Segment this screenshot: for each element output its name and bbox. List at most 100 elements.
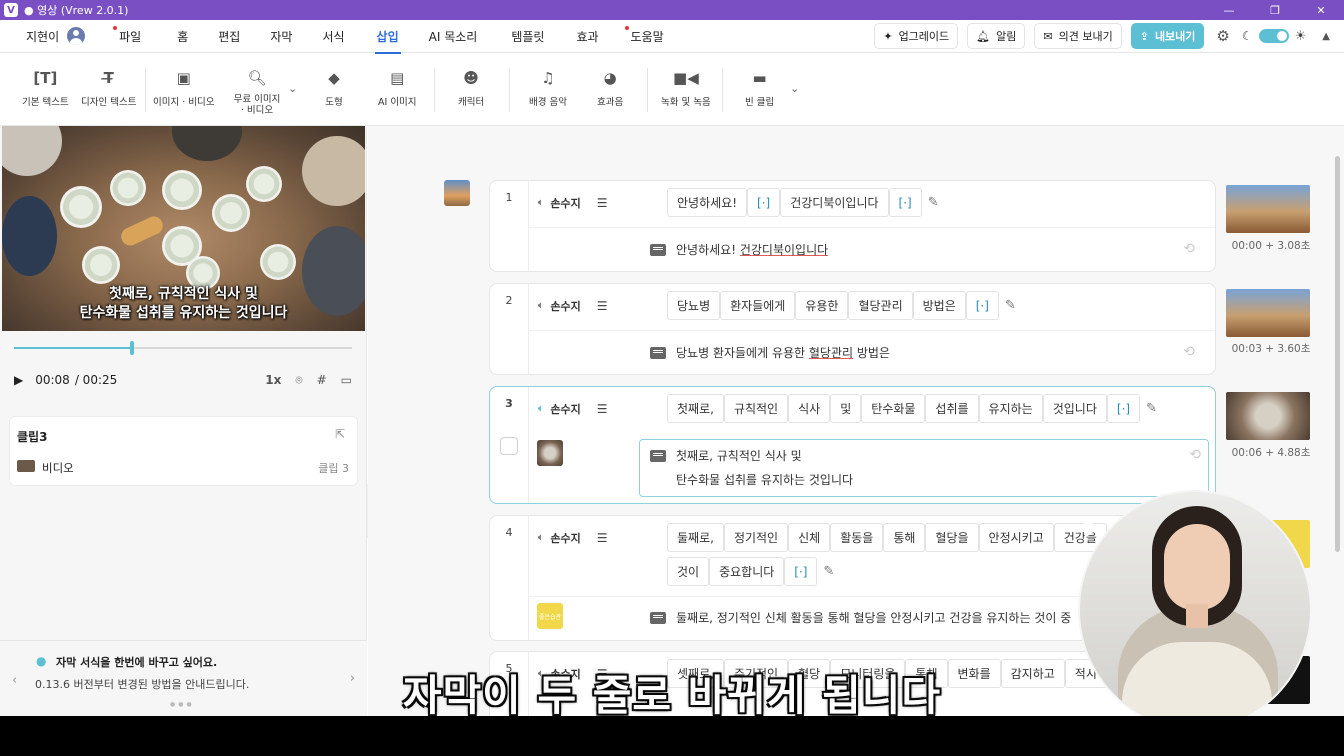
clip-image-thumb[interactable]: 좋은습관: [537, 603, 563, 629]
clip-thumbnail-2[interactable]: [1226, 289, 1310, 337]
subtitle-line[interactable]: 첫째로, 규칙적인 식사 및 탄수화물 섭취를 유지하는 것입니다: [650, 444, 853, 492]
clip-checkbox[interactable]: [500, 437, 518, 455]
word-chip[interactable]: 신체: [788, 523, 831, 552]
menu-9[interactable]: 효과: [576, 28, 598, 45]
sync-icon[interactable]: ⟲: [1189, 447, 1201, 463]
silence-gap-chip[interactable]: [·]: [784, 557, 818, 586]
word-chip[interactable]: 혈당을: [925, 523, 979, 552]
speaker-label[interactable]: 🔈︎ 손수지 ☰: [538, 401, 608, 417]
settings-sliders-icon[interactable]: ☰: [597, 196, 608, 210]
upgrade-button[interactable]: ✦ 업그레이드: [874, 23, 959, 49]
word-chip[interactable]: 정기적인: [723, 523, 789, 552]
sync-icon[interactable]: ⟲: [1183, 344, 1195, 360]
speaker-label[interactable]: 🔈︎ 손수지 ☰: [538, 530, 608, 546]
theme-toggle[interactable]: [1258, 29, 1289, 43]
avatar[interactable]: [67, 27, 86, 45]
progress-knob[interactable]: [130, 341, 135, 355]
tool-shapes[interactable]: ◆ 도형: [323, 68, 345, 108]
tool-design-text[interactable]: T̶ 디자인 텍스트: [81, 68, 136, 108]
pencil-icon[interactable]: ✎: [928, 188, 939, 217]
settings-sliders-icon[interactable]: ☰: [597, 299, 608, 313]
clip-block-2[interactable]: 2 🔈︎ 손수지 ☰ 당뇨병 환자들에게 유용한 혈당관리 방법은 [·] ✎ 당뇨병 환자…: [489, 283, 1216, 375]
chevron-down-icon[interactable]: ⌄: [288, 82, 297, 95]
speaker-label[interactable]: 🔈︎ 손수지 ☰: [538, 195, 608, 211]
word-chip[interactable]: 첫째로,: [667, 394, 724, 423]
word-chip[interactable]: 것이: [667, 557, 710, 586]
subtitle-line[interactable]: 당뇨병 환자들에게 유용한 혈당관리 방법은: [650, 341, 890, 365]
tool-free-image-video[interactable]: 🔍︎ 무료 이미지 · 비디오: [231, 68, 283, 116]
clip-thumbnail-1[interactable]: [1226, 185, 1310, 233]
word-chip[interactable]: 혈당관리: [848, 291, 913, 320]
playback-progress[interactable]: [14, 341, 352, 355]
word-chip[interactable]: 것입니다: [1042, 394, 1107, 423]
word-chip[interactable]: 중요합니다: [709, 557, 785, 586]
close-icon[interactable]: ✕: [1298, 0, 1344, 20]
settings-sliders-icon[interactable]: ☰: [597, 531, 608, 545]
word-chip[interactable]: 규칙적인: [723, 394, 789, 423]
tool-basic-text[interactable]: [T] 기본 텍스트: [22, 68, 69, 108]
silence-gap-chip[interactable]: [·]: [888, 188, 922, 217]
caption-toggle-icon[interactable]: ▭: [341, 373, 352, 387]
play-icon[interactable]: ▶: [14, 373, 23, 387]
notify-button[interactable]: 🔔︎ 알림: [967, 23, 1026, 49]
subtitle-line[interactable]: 둘째로, 정기적인 신체 활동을 통해 혈당을 안정시키고 건강을 유지하는 것…: [650, 606, 1071, 630]
tool-bgm[interactable]: ♫ 배경 음악: [529, 68, 567, 108]
video-preview[interactable]: 첫째로, 규칙적인 식사 및 탄수화물 섭취를 유지하는 것입니다: [2, 126, 365, 331]
silence-gap-chip[interactable]: [·]: [965, 291, 999, 320]
tool-image-video[interactable]: ▣ 이미지 · 비디오: [153, 68, 215, 108]
gear-icon[interactable]: ⚙: [1216, 27, 1229, 45]
grid-icon[interactable]: #: [317, 373, 327, 387]
tool-character[interactable]: ☻ 캐릭터: [458, 68, 484, 108]
word-chip[interactable]: 탄수화물: [861, 394, 926, 423]
scene-thumbnail[interactable]: [444, 180, 470, 206]
tool-blank-clip[interactable]: ▬ 빈 클립: [745, 68, 774, 108]
pencil-icon[interactable]: ✎: [1005, 291, 1016, 320]
word-chip[interactable]: 섭취를: [925, 394, 979, 423]
word-chip[interactable]: 및: [830, 394, 862, 423]
word-chip[interactable]: 안정시키고: [978, 523, 1054, 552]
word-chip[interactable]: 활동을: [830, 523, 884, 552]
chevron-down-icon[interactable]: ⌄: [790, 82, 799, 95]
collapse-up-icon[interactable]: ▲: [1322, 31, 1330, 42]
vertical-scrollbar[interactable]: [1335, 156, 1340, 552]
feedback-button[interactable]: ✉ 의견 보내기: [1034, 23, 1122, 49]
menu-10[interactable]: 도움말: [624, 25, 664, 45]
word-chip[interactable]: 둘째로,: [667, 523, 724, 552]
silence-gap-chip[interactable]: [·]: [747, 188, 781, 217]
clip-thumbnail-3[interactable]: [1226, 392, 1310, 440]
sync-icon[interactable]: ⟲: [1183, 241, 1195, 257]
speed-button[interactable]: 1x: [265, 373, 281, 387]
pencil-icon[interactable]: ✎: [1146, 394, 1157, 423]
silence-gap-chip[interactable]: [·]: [1106, 394, 1141, 423]
screenshot-icon[interactable]: ⌾: [295, 373, 302, 388]
word-chip[interactable]: 건강디북이입니다: [780, 188, 889, 217]
menu-4[interactable]: 자막: [270, 28, 292, 45]
menu-2[interactable]: 홈: [177, 28, 188, 45]
word-chip[interactable]: 유용한: [795, 291, 849, 320]
subtitle-line[interactable]: 안녕하세요! 건강디북이입니다: [650, 238, 828, 262]
tool-ai-image[interactable]: ▤ AI 이미지: [378, 68, 417, 108]
tool-record[interactable]: ■◀ 녹화 및 녹음: [661, 68, 711, 108]
export-button[interactable]: ⇪ 내보내기: [1130, 23, 1205, 49]
word-chip[interactable]: 방법은: [912, 291, 966, 320]
clip-image-thumb[interactable]: [537, 440, 563, 466]
menu-7[interactable]: AI 목소리: [429, 28, 478, 45]
menu-3[interactable]: 편집: [218, 28, 240, 45]
restore-icon[interactable]: ❐: [1252, 0, 1298, 20]
external-link-icon[interactable]: ⇱: [335, 427, 345, 441]
menu-1[interactable]: 파일: [113, 25, 141, 45]
clip-block-3[interactable]: 3 🔈︎ 손수지 ☰ 첫째로, 규칙적인 식사 및 탄수화물 섭취를 유지하는 것입니다 [·]…: [489, 386, 1216, 504]
user-profile[interactable]: 지현이: [26, 27, 86, 45]
word-chip[interactable]: 식사: [788, 394, 831, 423]
settings-sliders-icon[interactable]: ☰: [597, 402, 608, 416]
word-chip[interactable]: 환자들에게: [720, 291, 796, 320]
word-chip[interactable]: 당뇨병: [667, 291, 721, 320]
tool-sound-effect[interactable]: ◕ 효과음: [597, 68, 623, 108]
speaker-label[interactable]: 🔈︎ 손수지 ☰: [538, 298, 608, 314]
menu-5[interactable]: 서식: [322, 28, 344, 45]
menu-6[interactable]: 삽입: [374, 28, 401, 54]
minimize-icon[interactable]: —: [1206, 0, 1252, 20]
menu-8[interactable]: 템플릿: [511, 28, 544, 45]
pencil-icon[interactable]: ✎: [823, 557, 834, 586]
word-chip[interactable]: 통해: [883, 523, 926, 552]
